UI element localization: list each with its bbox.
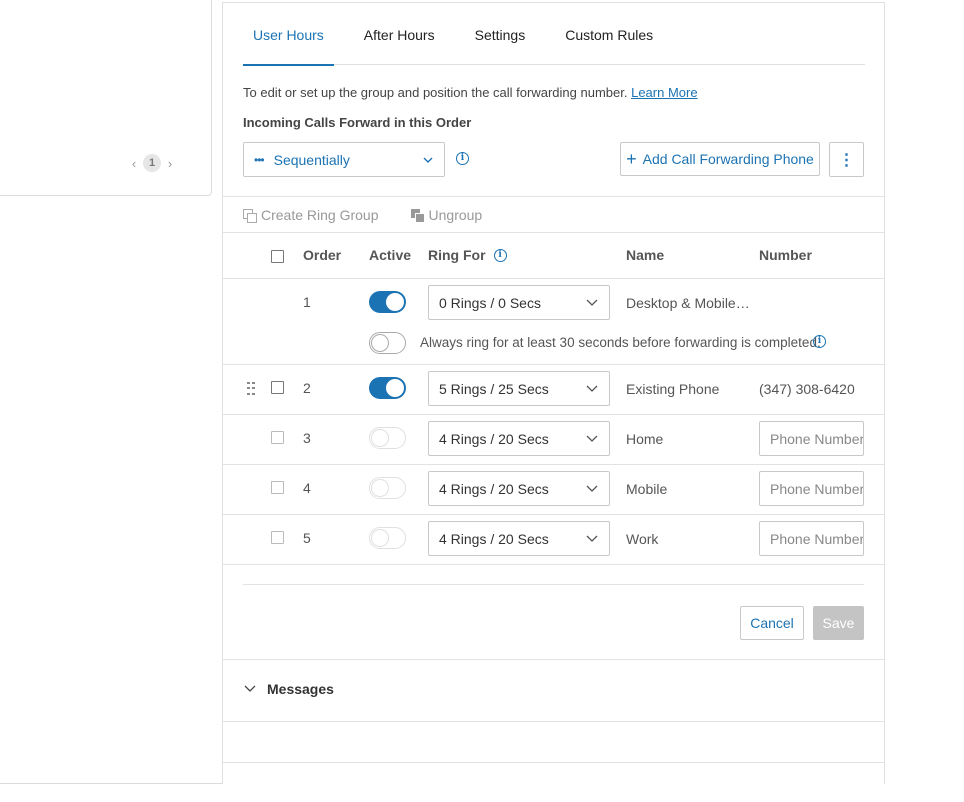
call-forwarding-panel: User Hours After Hours Settings Custom R…	[222, 2, 885, 784]
cancel-button[interactable]: Cancel	[740, 606, 804, 640]
row-3-ring-select[interactable]: 4 Rings / 20 Secs	[428, 421, 610, 456]
chevron-down-icon	[586, 435, 598, 442]
chevron-down-icon	[586, 299, 598, 306]
left-card	[0, 0, 212, 196]
ungroup-label: Ungroup	[428, 207, 483, 223]
divider	[243, 584, 864, 585]
row-3-active-toggle[interactable]	[369, 427, 406, 449]
ungroup-icon	[410, 208, 425, 223]
description-text: To edit or set up the group and position…	[243, 85, 628, 100]
row-2-ring-value: 5 Rings / 25 Secs	[439, 380, 549, 397]
row-4-name: Mobile	[626, 481, 668, 497]
messages-label: Messages	[267, 681, 334, 697]
create-ring-group-button[interactable]: Create Ring Group	[243, 207, 379, 223]
chevron-down-icon	[244, 685, 256, 692]
header-order: Order	[303, 247, 342, 263]
row-1-ring-select[interactable]: 0 Rings / 0 Secs	[428, 285, 610, 320]
row-5-ring-select[interactable]: 4 Rings / 20 Secs	[428, 521, 610, 556]
create-ring-group-label: Create Ring Group	[261, 207, 379, 223]
row-3-phone-input[interactable]	[759, 421, 864, 456]
row-4-active-toggle[interactable]	[369, 477, 406, 499]
divider	[223, 659, 884, 660]
info-icon[interactable]: i	[456, 152, 469, 165]
next-page-icon[interactable]: ›	[165, 156, 175, 171]
row-3-order: 3	[303, 430, 311, 446]
ungroup-button[interactable]: Ungroup	[410, 207, 483, 223]
order-select[interactable]: ••• Sequentially	[243, 142, 445, 177]
row-3-ring-value: 4 Rings / 20 Secs	[439, 430, 549, 447]
row-1-order: 1	[303, 294, 311, 310]
divider	[223, 464, 884, 465]
current-page[interactable]: 1	[143, 154, 161, 172]
row-5-checkbox[interactable]	[271, 531, 284, 544]
row-3-checkbox[interactable]	[271, 431, 284, 444]
header-active: Active	[369, 247, 412, 263]
tab-settings[interactable]: Settings	[475, 3, 526, 65]
row-5-order: 5	[303, 530, 311, 546]
divider	[223, 762, 884, 763]
add-button-label: Add Call Forwarding Phone	[642, 151, 814, 167]
more-options-button[interactable]: ⋮	[829, 142, 864, 177]
row-2-active-toggle[interactable]	[369, 377, 406, 399]
header-name: Name	[626, 247, 665, 263]
row-4-ring-select[interactable]: 4 Rings / 20 Secs	[428, 471, 610, 506]
learn-more-link[interactable]: Learn More	[631, 85, 697, 100]
row-2-name: Existing Phone	[626, 381, 720, 397]
row-5-name: Work	[626, 531, 659, 547]
chevron-down-icon	[423, 157, 433, 163]
divider	[223, 232, 884, 233]
row-1-ring-value: 0 Rings / 0 Secs	[439, 294, 541, 311]
sequential-icon: •••	[254, 152, 265, 167]
divider	[223, 278, 884, 279]
row-2-order: 2	[303, 380, 311, 396]
plus-icon: +	[626, 149, 637, 169]
divider	[223, 721, 884, 722]
row-1-name: Desktop & Mobile…	[626, 295, 750, 311]
chevron-down-icon	[586, 385, 598, 392]
row-4-phone-input[interactable]	[759, 471, 864, 506]
row-2-ring-select[interactable]: 5 Rings / 25 Secs	[428, 371, 610, 406]
chevron-down-icon	[586, 485, 598, 492]
prev-page-icon[interactable]: ‹	[129, 156, 139, 171]
info-icon[interactable]: i	[493, 248, 507, 262]
chevron-down-icon	[586, 535, 598, 542]
always-ring-toggle[interactable]	[369, 332, 406, 354]
messages-section-toggle[interactable]: Messages	[243, 681, 334, 697]
row-5-ring-value: 4 Rings / 20 Secs	[439, 530, 549, 547]
row-5-active-toggle[interactable]	[369, 527, 406, 549]
section-title: Incoming Calls Forward in this Order	[243, 115, 472, 130]
row-4-ring-value: 4 Rings / 20 Secs	[439, 480, 549, 497]
divider	[223, 364, 884, 365]
always-ring-text: Always ring for at least 30 seconds befo…	[420, 335, 821, 350]
description: To edit or set up the group and position…	[243, 85, 698, 100]
row-4-order: 4	[303, 480, 311, 496]
drag-handle-icon[interactable]	[247, 382, 259, 396]
header-ring-for: Ring For i	[428, 247, 507, 263]
tab-custom-rules[interactable]: Custom Rules	[565, 3, 653, 65]
tab-bar: User Hours After Hours Settings Custom R…	[243, 3, 865, 66]
header-ring-for-label: Ring For	[428, 247, 486, 263]
row-5-phone-input[interactable]	[759, 521, 864, 556]
tab-after-hours[interactable]: After Hours	[364, 3, 435, 65]
add-call-forwarding-phone-button[interactable]: + Add Call Forwarding Phone	[620, 142, 820, 176]
order-select-value: Sequentially	[273, 151, 350, 168]
divider	[223, 196, 884, 197]
row-3-name: Home	[626, 431, 664, 447]
tab-user-hours[interactable]: User Hours	[243, 3, 334, 66]
divider	[223, 514, 884, 515]
group-actions: Create Ring Group Ungroup	[243, 207, 514, 223]
divider	[223, 564, 884, 565]
create-group-icon	[243, 208, 257, 223]
pagination: ‹ 1 ›	[129, 154, 175, 172]
row-1-active-toggle[interactable]	[369, 291, 406, 313]
kebab-menu-icon: ⋮	[838, 151, 855, 169]
header-number: Number	[759, 247, 812, 263]
row-2-checkbox[interactable]	[271, 381, 284, 394]
row-4-checkbox[interactable]	[271, 481, 284, 494]
row-2-number: (347) 308-6420	[759, 381, 855, 397]
select-all-checkbox[interactable]	[271, 250, 284, 263]
info-icon[interactable]: i	[813, 335, 826, 348]
save-button[interactable]: Save	[813, 606, 864, 640]
divider	[223, 414, 884, 415]
